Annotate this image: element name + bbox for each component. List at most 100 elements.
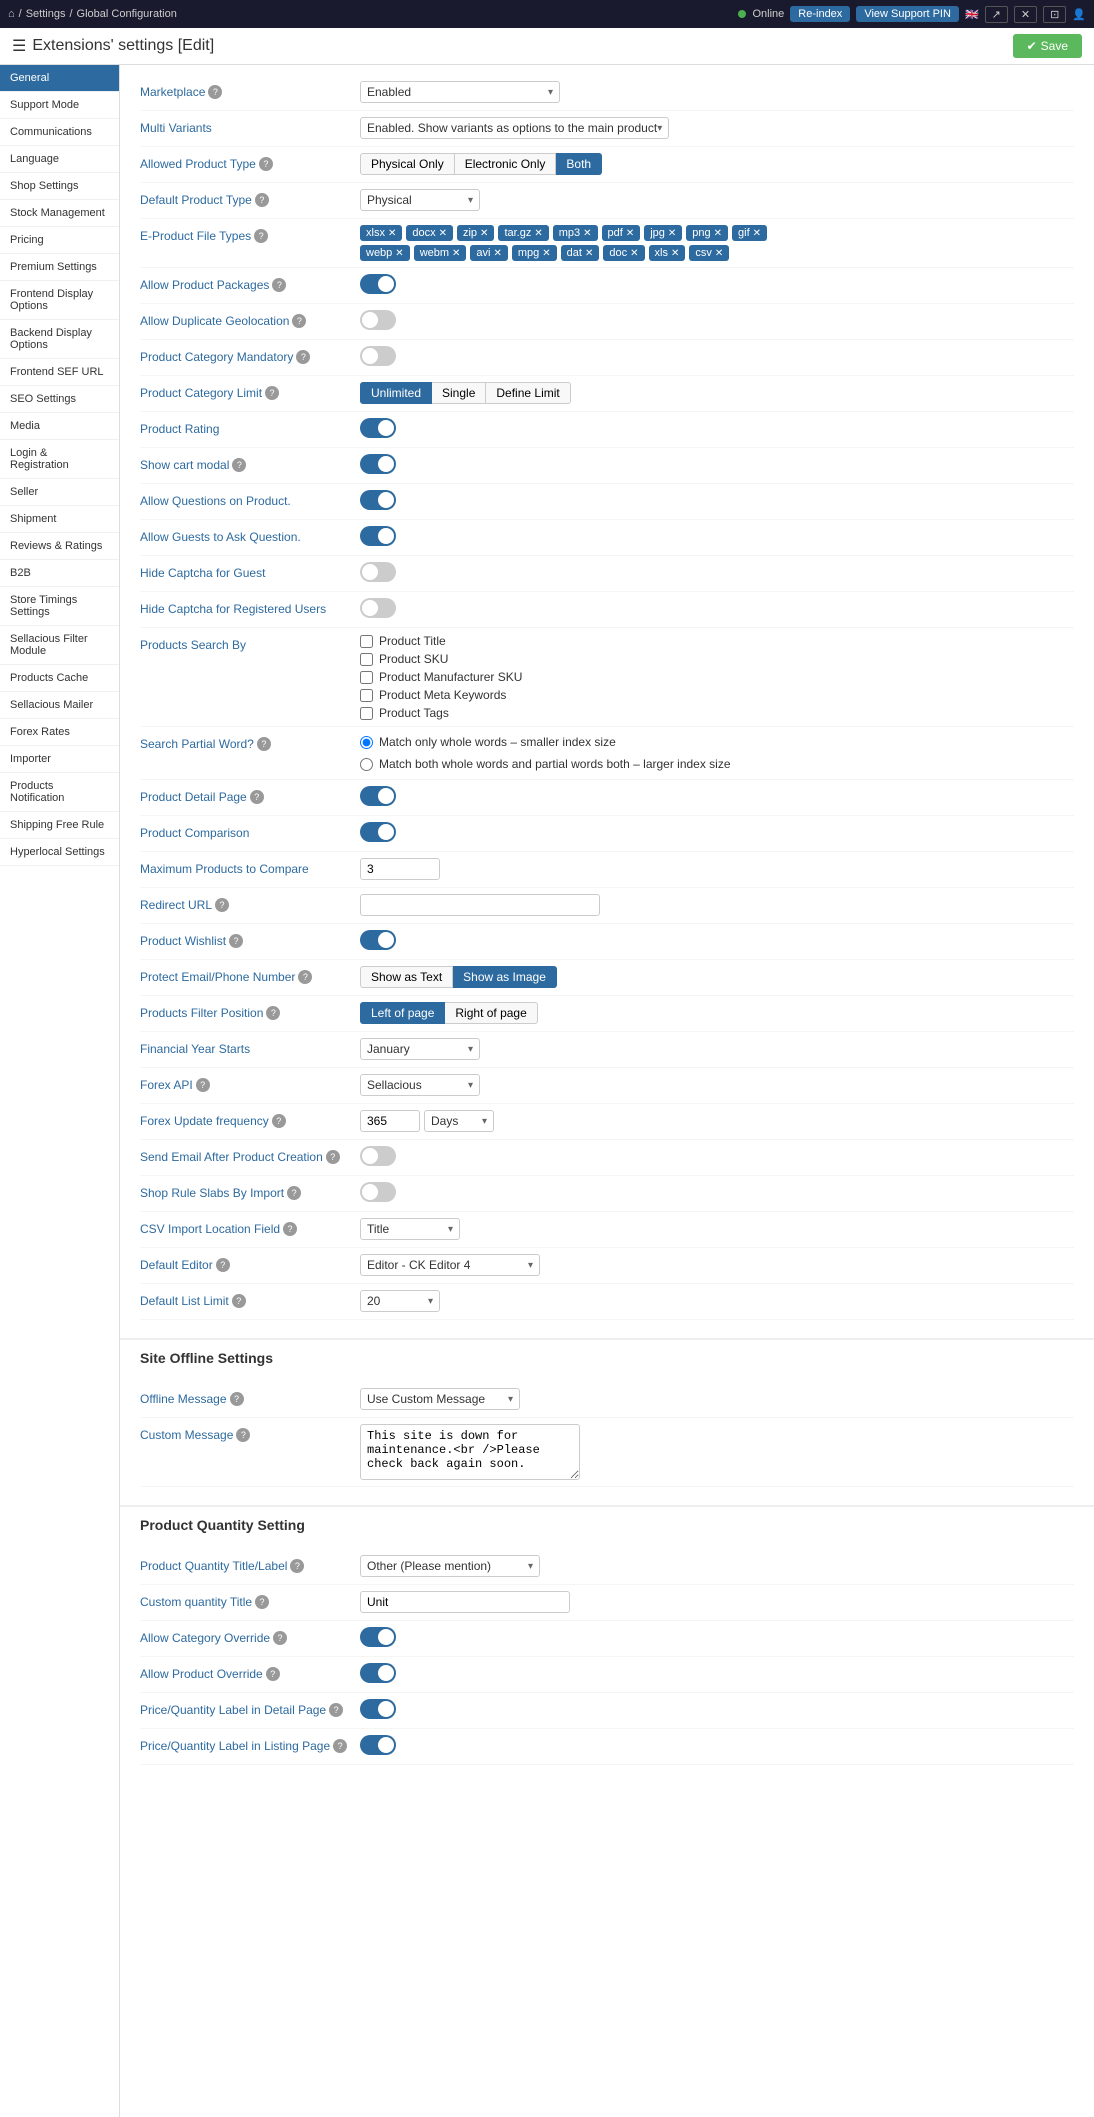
custom-qty-title-info-icon[interactable]: ? [255,1595,269,1609]
show-as-text-btn[interactable]: Show as Text [360,966,453,988]
product-wishlist-info-icon[interactable]: ? [229,934,243,948]
allow-duplicate-geolocation-info-icon[interactable]: ? [292,314,306,328]
sidebar-item-login-registration[interactable]: Login & Registration [0,440,119,479]
price-qty-detail-toggle[interactable] [360,1699,396,1719]
sidebar-item-hyperlocal-settings[interactable]: Hyperlocal Settings [0,839,119,866]
product-rating-toggle[interactable] [360,418,396,438]
product-qty-title-label-dropdown[interactable]: Other (Please mention) ▾ [360,1555,540,1577]
product-category-mandatory-info-icon[interactable]: ? [296,350,310,364]
define-limit-btn[interactable]: Define Limit [486,382,570,404]
single-btn[interactable]: Single [432,382,486,404]
custom-message-info-icon[interactable]: ? [236,1428,250,1442]
tag-gif-close[interactable]: ✕ [753,228,761,239]
search-product-tags-row[interactable]: Product Tags [360,706,522,720]
default-list-limit-dropdown[interactable]: 20 ▾ [360,1290,440,1312]
sidebar-item-pricing[interactable]: Pricing [0,227,119,254]
breadcrumb-settings[interactable]: Settings [26,8,66,20]
allow-questions-toggle[interactable] [360,490,396,510]
forex-api-dropdown[interactable]: Sellacious ▾ [360,1074,480,1096]
marketplace-info-icon[interactable]: ? [208,85,222,99]
custom-message-textarea[interactable]: This site is down for maintenance.<br />… [360,1424,580,1480]
search-manufacturer-sku-row[interactable]: Product Manufacturer SKU [360,670,522,684]
tag-mpg-close[interactable]: ✕ [542,248,550,259]
redirect-url-input[interactable] [360,894,600,916]
e-product-file-types-info-icon[interactable]: ? [254,229,268,243]
save-button[interactable]: ✔ Save [1013,34,1082,58]
search-partial-radio-both-row[interactable]: Match both whole words and partial words… [360,757,731,771]
price-qty-listing-toggle[interactable] [360,1735,396,1755]
tag-zip-close[interactable]: ✕ [480,228,488,239]
default-editor-dropdown[interactable]: Editor - CK Editor 4 ▾ [360,1254,540,1276]
sidebar-item-premium-settings[interactable]: Premium Settings [0,254,119,281]
sidebar-item-store-timings[interactable]: Store Timings Settings [0,587,119,626]
allowed-product-type-info-icon[interactable]: ? [259,157,273,171]
tag-avi-close[interactable]: ✕ [493,248,501,259]
sidebar-item-language[interactable]: Language [0,146,119,173]
product-comparison-toggle[interactable] [360,822,396,842]
tag-csv-close[interactable]: ✕ [715,248,723,259]
hide-captcha-guest-toggle[interactable] [360,562,396,582]
home-icon[interactable]: ⌂ [8,8,15,20]
sidebar-item-stock-management[interactable]: Stock Management [0,200,119,227]
sidebar-item-general[interactable]: General [0,65,119,92]
financial-year-dropdown[interactable]: January ▾ [360,1038,480,1060]
sidebar-item-forex-rates[interactable]: Forex Rates [0,719,119,746]
forex-api-info-icon[interactable]: ? [196,1078,210,1092]
search-partial-word-info-icon[interactable]: ? [257,737,271,751]
sidebar-item-backend-display[interactable]: Backend Display Options [0,320,119,359]
tag-png-close[interactable]: ✕ [714,228,722,239]
marketplace-dropdown[interactable]: Enabled ▾ [360,81,560,103]
tag-webm-close[interactable]: ✕ [452,248,460,259]
allow-category-override-toggle[interactable] [360,1627,396,1647]
show-as-image-btn[interactable]: Show as Image [453,966,557,988]
product-wishlist-toggle[interactable] [360,930,396,950]
product-detail-page-toggle[interactable] [360,786,396,806]
tag-targz-close[interactable]: ✕ [534,228,542,239]
search-partial-radio-whole-row[interactable]: Match only whole words – smaller index s… [360,735,731,749]
sidebar-item-products-notification[interactable]: Products Notification [0,773,119,812]
tag-mp3-close[interactable]: ✕ [583,228,591,239]
send-email-toggle[interactable] [360,1146,396,1166]
support-pin-button[interactable]: View Support PIN [856,6,959,22]
sidebar-item-media[interactable]: Media [0,413,119,440]
sidebar-item-b2b[interactable]: B2B [0,560,119,587]
sidebar-item-seller[interactable]: Seller [0,479,119,506]
left-of-page-btn[interactable]: Left of page [360,1002,445,1024]
show-cart-modal-info-icon[interactable]: ? [232,458,246,472]
product-category-mandatory-toggle[interactable] [360,346,396,366]
allow-duplicate-geolocation-toggle[interactable] [360,310,396,330]
multi-variants-dropdown[interactable]: Enabled. Show variants as options to the… [360,117,669,139]
tag-xls-close[interactable]: ✕ [671,248,679,259]
electronic-only-btn[interactable]: Electronic Only [455,153,557,175]
shop-rule-slabs-info-icon[interactable]: ? [287,1186,301,1200]
unlimited-btn[interactable]: Unlimited [360,382,432,404]
redirect-url-info-icon[interactable]: ? [215,898,229,912]
default-product-type-dropdown[interactable]: Physical ▾ [360,189,480,211]
price-qty-detail-info-icon[interactable]: ? [329,1703,343,1717]
allow-guests-ask-toggle[interactable] [360,526,396,546]
sidebar-item-sellacious-filter[interactable]: Sellacious Filter Module [0,626,119,665]
max-products-compare-input[interactable] [360,858,440,880]
allow-product-override-toggle[interactable] [360,1663,396,1683]
window-button[interactable]: ⊡ [1043,6,1066,23]
show-cart-modal-toggle[interactable] [360,454,396,474]
offline-message-dropdown[interactable]: Use Custom Message ▾ [360,1388,520,1410]
tag-xlsx-close[interactable]: ✕ [388,228,396,239]
default-list-limit-info-icon[interactable]: ? [232,1294,246,1308]
tag-dat-close[interactable]: ✕ [585,248,593,259]
allow-product-packages-toggle[interactable] [360,274,396,294]
offline-message-info-icon[interactable]: ? [230,1392,244,1406]
default-editor-info-icon[interactable]: ? [216,1258,230,1272]
search-product-tags-checkbox[interactable] [360,707,373,720]
search-meta-keywords-row[interactable]: Product Meta Keywords [360,688,522,702]
sidebar-item-frontend-display[interactable]: Frontend Display Options [0,281,119,320]
tag-pdf-close[interactable]: ✕ [626,228,634,239]
reindex-button[interactable]: Re-index [790,6,850,22]
search-meta-keywords-checkbox[interactable] [360,689,373,702]
protect-email-info-icon[interactable]: ? [298,970,312,984]
hide-captcha-registered-toggle[interactable] [360,598,396,618]
search-manufacturer-sku-checkbox[interactable] [360,671,373,684]
sidebar-item-frontend-sef[interactable]: Frontend SEF URL [0,359,119,386]
sidebar-item-communications[interactable]: Communications [0,119,119,146]
forex-update-unit-dropdown[interactable]: Days ▾ [424,1110,494,1132]
